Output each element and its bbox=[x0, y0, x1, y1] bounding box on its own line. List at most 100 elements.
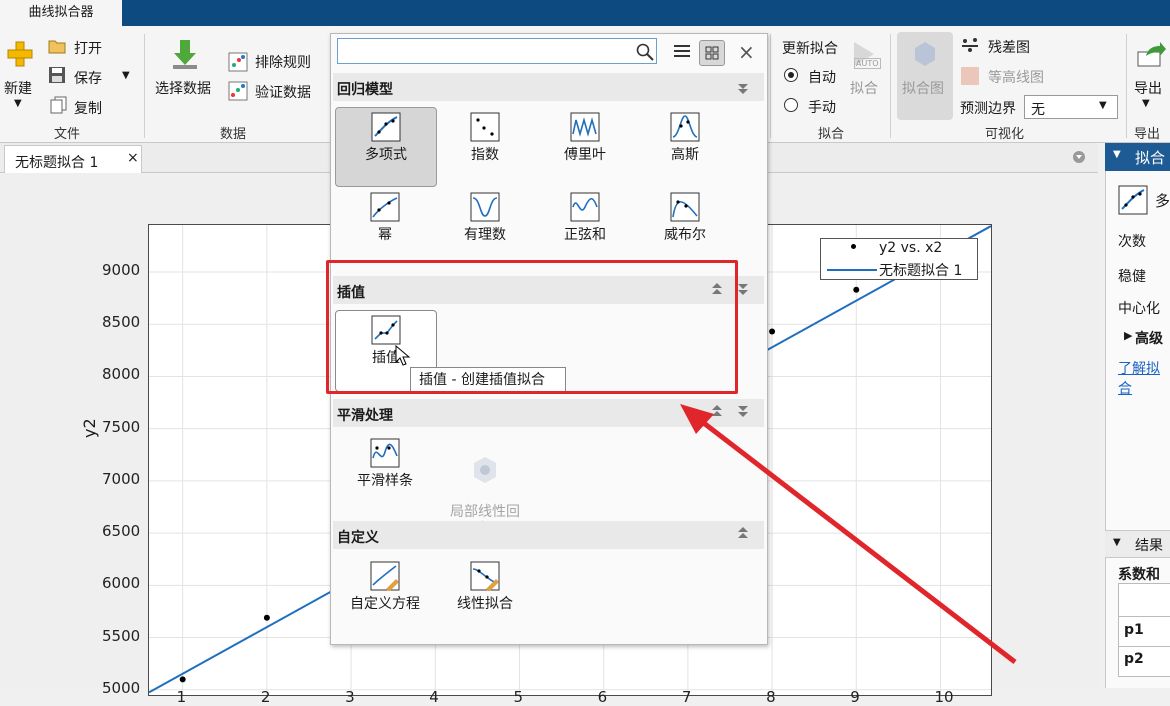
validate-data-icon bbox=[228, 81, 248, 101]
move-section-down-icon[interactable] bbox=[736, 282, 750, 296]
gallery-item-sum-of-sines[interactable]: 正弦和 bbox=[535, 188, 635, 268]
data-section-title: 数据 bbox=[220, 127, 247, 142]
save-icon bbox=[49, 67, 65, 83]
gallery-item-label: 威布尔 bbox=[664, 227, 706, 243]
export-button[interactable]: 导出 bbox=[1134, 78, 1162, 98]
gallery-item-label: 正弦和 bbox=[564, 227, 606, 243]
gallery-search-field[interactable] bbox=[340, 41, 634, 61]
gallery-item-label: 傅里叶 bbox=[564, 147, 606, 163]
y-tick-label: 7500 bbox=[102, 417, 141, 436]
fourier-icon bbox=[570, 112, 600, 142]
validate-data-button[interactable]: 验证数据 bbox=[255, 82, 311, 102]
auto-radio-label: 自动 bbox=[808, 70, 836, 86]
expand-icon[interactable]: ▶ bbox=[1124, 329, 1132, 342]
export-icon bbox=[1137, 42, 1166, 67]
residual-button[interactable]: 残差图 bbox=[988, 37, 1030, 57]
plot-legend[interactable]: y2 vs. x2 无标题拟合 1 bbox=[820, 238, 978, 280]
contour-button[interactable]: 等高线图 bbox=[988, 67, 1044, 87]
gallery-item-label: 指数 bbox=[471, 147, 499, 163]
y-tick-label: 8000 bbox=[102, 365, 141, 384]
y-tick-label: 7000 bbox=[102, 469, 141, 488]
gallery-item-lowess[interactable]: 局部线性回 归 bbox=[435, 434, 535, 537]
auto-radio[interactable] bbox=[784, 68, 798, 82]
smoothing-section-title: 平滑处理 bbox=[337, 408, 393, 424]
exclude-rules-icon bbox=[228, 52, 248, 72]
x-tick-label: 5 bbox=[513, 688, 524, 706]
collapse-icon[interactable]: ▼ bbox=[1113, 537, 1121, 548]
title-bar bbox=[0, 0, 1170, 26]
copy-button[interactable]: 复制 bbox=[74, 98, 102, 118]
gallery-item-power[interactable]: 幂 bbox=[335, 188, 435, 268]
data-point bbox=[769, 328, 776, 335]
legend-marker-points bbox=[851, 244, 856, 249]
lowess-icon bbox=[474, 457, 496, 483]
collapse-section-icon[interactable] bbox=[736, 80, 750, 94]
gallery-item-gaussian[interactable]: 高斯 bbox=[635, 108, 735, 188]
gallery-item-weibull[interactable]: 威布尔 bbox=[635, 188, 735, 268]
prediction-bounds-select[interactable]: 无 ▼ bbox=[1024, 95, 1118, 119]
gallery-item-label: 高斯 bbox=[671, 147, 699, 163]
open-button[interactable]: 打开 bbox=[74, 38, 102, 58]
y-axis-label: y2 bbox=[80, 418, 99, 438]
fit-options-header: ▼ 拟合 bbox=[1105, 143, 1170, 171]
grid-view-icon bbox=[705, 46, 719, 60]
legend-entry-points: y2 vs. x2 bbox=[879, 240, 943, 256]
grid-view-button[interactable] bbox=[699, 40, 725, 66]
advanced-options-label[interactable]: 高级 bbox=[1135, 328, 1163, 348]
list-view-icon[interactable] bbox=[673, 44, 691, 60]
smoothing-spline-icon bbox=[370, 438, 400, 468]
x-tick-label: 2 bbox=[260, 688, 271, 706]
rational-icon bbox=[470, 192, 500, 222]
close-gallery-icon[interactable]: × bbox=[738, 40, 755, 64]
degree-label: 次数 bbox=[1118, 234, 1146, 250]
manual-radio[interactable] bbox=[784, 98, 798, 112]
gallery-item-rational[interactable]: 有理数 bbox=[435, 188, 535, 268]
gallery-item-label: 线性拟合 bbox=[457, 596, 513, 612]
collapse-icon[interactable]: ▼ bbox=[1113, 149, 1121, 160]
new-button[interactable]: 新建 bbox=[4, 78, 32, 98]
panel-menu-icon[interactable] bbox=[1072, 150, 1086, 164]
sum-of-sines-icon bbox=[570, 192, 600, 222]
document-tab[interactable]: 无标题拟合 1 × bbox=[4, 145, 142, 174]
gallery-search-input[interactable] bbox=[337, 38, 657, 64]
viz-section-title: 可视化 bbox=[985, 127, 1025, 142]
save-button[interactable]: 保存 bbox=[74, 68, 102, 88]
polynomial-fit-icon bbox=[1118, 185, 1148, 215]
coefficients-table: p1 p2 bbox=[1118, 583, 1170, 677]
x-tick-label: 8 bbox=[766, 688, 776, 706]
select-data-button[interactable]: 选择数据 bbox=[155, 78, 211, 98]
table-row: p1 bbox=[1124, 622, 1144, 638]
exclude-rules-button[interactable]: 排除规则 bbox=[255, 52, 311, 72]
y-tick-label: 8500 bbox=[102, 313, 141, 332]
prediction-bounds-label: 预测边界 bbox=[960, 101, 1016, 117]
fit-plot-button[interactable]: 拟合图 bbox=[902, 78, 944, 98]
gallery-item-custom-equation[interactable]: 自定义方程 bbox=[335, 557, 435, 637]
x-tick-label: 10 bbox=[934, 688, 954, 706]
file-section-title: 文件 bbox=[54, 127, 81, 142]
x-tick-label: 1 bbox=[176, 688, 187, 706]
gallery-item-fourier[interactable]: 傅里叶 bbox=[535, 108, 635, 188]
new-icon bbox=[7, 41, 33, 67]
annotation-arrow bbox=[680, 404, 1017, 664]
new-dropdown-arrow[interactable]: ▼ bbox=[14, 98, 22, 109]
gallery-item-linear-fitting[interactable]: 线性拟合 bbox=[435, 557, 535, 637]
export-dropdown-arrow[interactable]: ▼ bbox=[1142, 98, 1150, 109]
x-tick-label: 9 bbox=[850, 688, 860, 706]
open-icon bbox=[48, 40, 66, 54]
divider bbox=[144, 34, 145, 138]
regression-section-title: 回归模型 bbox=[337, 82, 393, 98]
save-dropdown-arrow[interactable]: ▼ bbox=[122, 70, 130, 81]
gallery-item-exponential[interactable]: 指数 bbox=[435, 108, 535, 188]
regression-section-header: 回归模型 bbox=[333, 73, 764, 101]
app-tab[interactable]: 曲线拟合器 bbox=[0, 0, 122, 27]
export-section-title: 导出 bbox=[1134, 127, 1161, 142]
gallery-item-smoothing-spline[interactable]: 平滑样条 bbox=[335, 434, 435, 514]
close-tab-icon[interactable]: × bbox=[127, 150, 139, 166]
learn-fit-link[interactable]: 了解拟合 bbox=[1118, 358, 1170, 398]
highlight-box bbox=[326, 260, 738, 394]
auto-badge: AUTO bbox=[854, 58, 881, 69]
y-tick-label: 6500 bbox=[102, 522, 141, 541]
fit-type-label: 多 bbox=[1155, 192, 1170, 210]
gallery-item-polynomial[interactable]: 多项式 bbox=[335, 107, 437, 187]
fit-button[interactable]: 拟合 bbox=[850, 78, 878, 98]
